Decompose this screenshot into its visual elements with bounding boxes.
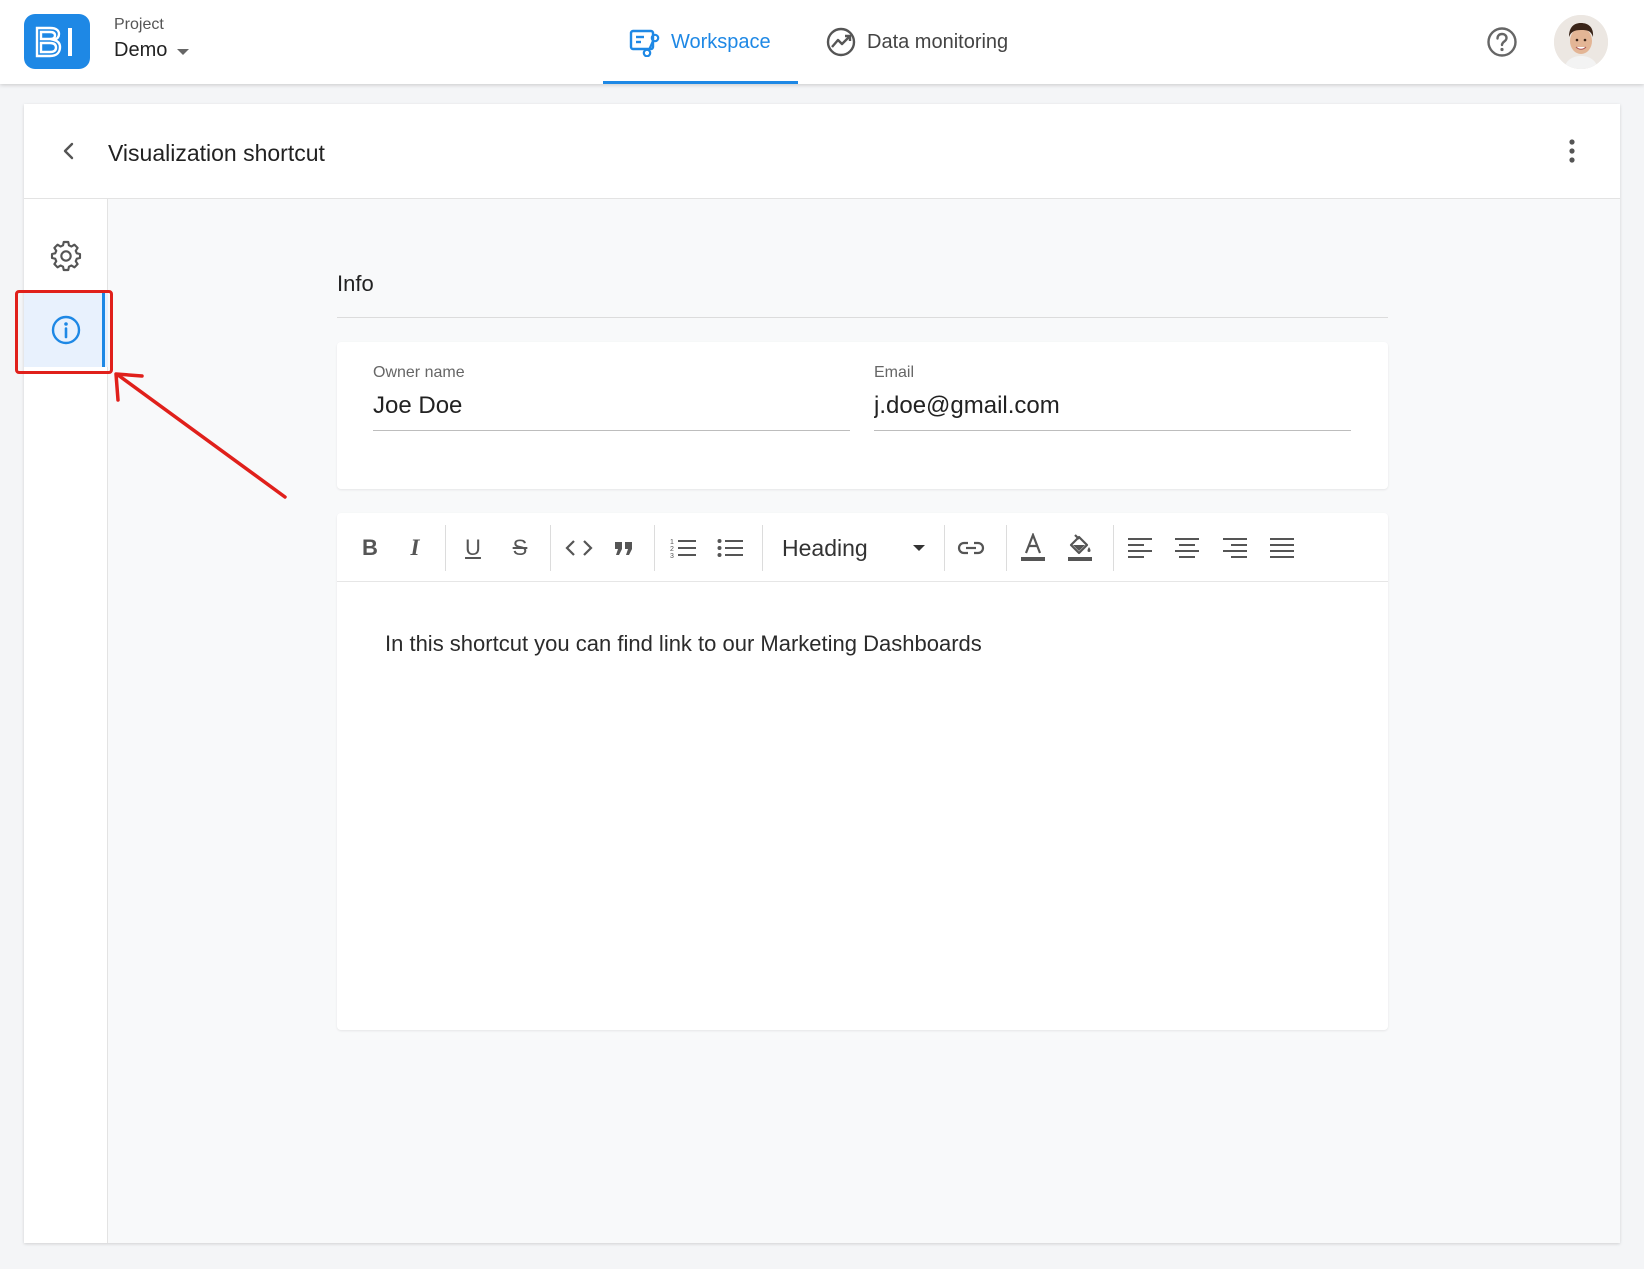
- caret-down-icon: [177, 49, 190, 55]
- avatar-portrait: [1554, 15, 1608, 69]
- section-divider: [337, 317, 1388, 318]
- toolbar-separator: [550, 525, 551, 571]
- align-justify-button[interactable]: [1263, 529, 1301, 567]
- ordered-list-icon: 1 2 3: [670, 539, 696, 559]
- link-button[interactable]: [952, 529, 990, 567]
- more-vertical-icon: [1569, 139, 1575, 163]
- underline-icon: U: [465, 535, 481, 560]
- project-selector[interactable]: Project Demo: [114, 16, 190, 62]
- rich-text-editor: B I U S 1 2 3 Heading In this shortcut y…: [337, 513, 1388, 1030]
- project-name: Demo: [114, 39, 168, 61]
- text-color-button[interactable]: [1014, 529, 1052, 567]
- back-button[interactable]: [52, 134, 86, 168]
- italic-icon: I: [410, 535, 420, 560]
- annotation-highlight-box: [15, 290, 113, 374]
- owner-name-label: Owner name: [373, 364, 465, 381]
- ordered-list-button[interactable]: 1 2 3: [664, 529, 702, 567]
- caret-down-icon: [913, 545, 925, 551]
- bullet-list-icon: [717, 539, 743, 557]
- toolbar-separator: [1113, 525, 1114, 571]
- toolbar-separator: [1006, 525, 1007, 571]
- workspace-icon: [629, 29, 660, 57]
- italic-button[interactable]: I: [396, 529, 434, 567]
- align-center-button[interactable]: [1168, 529, 1206, 567]
- project-label: Project: [114, 16, 164, 33]
- top-navigation-bar: Project Demo Workspace Data monitoring: [0, 0, 1644, 84]
- strikethrough-button[interactable]: S: [501, 529, 539, 567]
- editor-toolbar: B I U S 1 2 3 Heading: [337, 513, 1388, 582]
- project-dropdown[interactable]: Demo: [114, 39, 190, 62]
- monitoring-chart-icon: [826, 27, 856, 57]
- owner-name-input[interactable]: [373, 390, 850, 431]
- toolbar-separator: [762, 525, 763, 571]
- gear-icon: [50, 240, 82, 272]
- more-options-button[interactable]: [1555, 134, 1589, 168]
- user-avatar[interactable]: [1554, 15, 1608, 69]
- main-card: Visualization shortcut Info Owner name J…: [24, 104, 1620, 1243]
- owner-name-field: Owner name: [373, 364, 850, 431]
- tab-data-monitoring-label: Data monitoring: [867, 30, 1009, 53]
- paint-bucket-icon: [1068, 534, 1092, 561]
- help-button[interactable]: [1486, 26, 1518, 58]
- toolbar-separator: [944, 525, 945, 571]
- align-right-button[interactable]: [1216, 529, 1254, 567]
- owner-info-card: Owner name Email: [337, 342, 1388, 489]
- bullet-list-button[interactable]: [711, 529, 749, 567]
- align-center-icon: [1175, 538, 1199, 558]
- align-left-button[interactable]: [1121, 529, 1159, 567]
- email-input[interactable]: [874, 390, 1351, 431]
- align-left-icon: [1128, 538, 1152, 558]
- help-circle-icon: [1487, 27, 1517, 57]
- tab-workspace[interactable]: Workspace: [603, 0, 798, 84]
- editor-content[interactable]: In this shortcut you can find link to ou…: [385, 631, 982, 657]
- svg-text:1: 1: [670, 539, 674, 546]
- bold-button[interactable]: B: [351, 529, 389, 567]
- bi-logo[interactable]: [24, 14, 90, 69]
- bold-icon: B: [362, 535, 378, 560]
- tab-workspace-label: Workspace: [671, 30, 771, 53]
- toolbar-separator: [654, 525, 655, 571]
- text-color-icon: [1021, 533, 1045, 561]
- align-justify-icon: [1270, 538, 1294, 558]
- heading-select-value: Heading: [782, 534, 868, 561]
- code-button[interactable]: [560, 529, 598, 567]
- email-field: Email: [874, 364, 1351, 431]
- email-label: Email: [874, 364, 915, 381]
- code-icon: [565, 540, 593, 556]
- quote-button[interactable]: [605, 529, 643, 567]
- bi-logo-mark: [35, 26, 72, 57]
- page-title: Visualization shortcut: [108, 140, 325, 166]
- sidebar-item-settings[interactable]: [24, 219, 108, 293]
- quote-icon: [615, 542, 632, 555]
- link-icon: [957, 541, 985, 555]
- heading-select[interactable]: Heading: [782, 529, 927, 567]
- underline-button[interactable]: U: [454, 529, 492, 567]
- page-header: Visualization shortcut: [24, 104, 1620, 199]
- content-area: Info Owner name Email B I: [108, 199, 1620, 1243]
- toolbar-separator: [445, 525, 446, 571]
- chevron-left-icon: [63, 142, 74, 160]
- info-section-title: Info: [337, 271, 374, 296]
- fill-color-button[interactable]: [1061, 529, 1099, 567]
- tab-data-monitoring[interactable]: Data monitoring: [825, 0, 1008, 84]
- align-right-icon: [1223, 538, 1247, 558]
- strikethrough-icon: S: [512, 535, 528, 560]
- svg-text:2: 2: [670, 546, 674, 553]
- svg-text:3: 3: [670, 553, 674, 559]
